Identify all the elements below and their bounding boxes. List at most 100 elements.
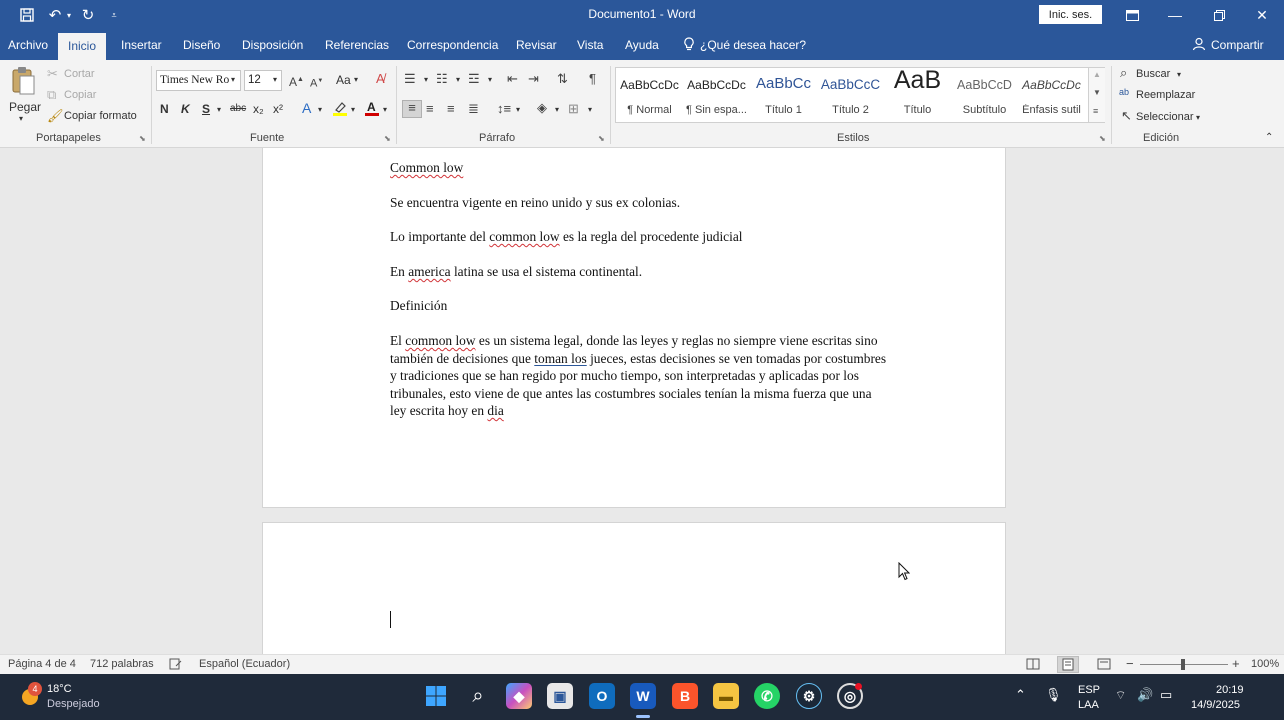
select-dropdown-icon[interactable]: ▾ (1196, 113, 1200, 122)
align-left-icon[interactable]: ≡ (402, 100, 422, 118)
line-spacing-icon[interactable]: ↕≡ (497, 102, 511, 116)
select-button[interactable]: Seleccionar (1136, 111, 1193, 123)
style-subtitle[interactable]: AaBbCcD Subtítulo (951, 68, 1018, 122)
italic-button[interactable]: K (181, 102, 190, 116)
styles-more-icon[interactable]: ≡ (1093, 106, 1098, 116)
restore-button[interactable] (1197, 0, 1241, 30)
keyboard-layout[interactable]: LAA (1078, 699, 1099, 711)
subscript-button[interactable]: x₂ (253, 102, 264, 116)
tab-referencias[interactable]: Referencias (325, 30, 389, 60)
align-right-icon[interactable]: ≡ (447, 102, 455, 116)
strikethrough-button[interactable]: abc (230, 103, 246, 114)
tab-diseno[interactable]: Diseño (183, 30, 220, 60)
underline-button[interactable]: S (202, 102, 210, 116)
find-dropdown-icon[interactable]: ▾ (1177, 70, 1181, 79)
page-count[interactable]: Página 4 de 4 (8, 658, 76, 670)
shading-icon[interactable]: ◈ (537, 101, 547, 115)
page[interactable] (262, 522, 1006, 654)
shading-dropdown-icon[interactable]: ▾ (555, 105, 559, 114)
word-count[interactable]: 712 palabras (90, 658, 154, 670)
paste-icon[interactable] (10, 66, 36, 99)
sort-icon[interactable]: ⇅ (557, 72, 568, 86)
print-layout-icon[interactable] (1057, 656, 1079, 673)
paragraph-launcher-icon[interactable]: ⬊ (598, 134, 605, 143)
minimize-button[interactable]: — (1153, 0, 1197, 30)
web-layout-icon[interactable] (1097, 658, 1111, 673)
ribbon-display-options-icon[interactable] (1110, 0, 1154, 30)
file-explorer-icon[interactable]: ▬ (713, 683, 739, 709)
tab-disposicion[interactable]: Disposición (242, 30, 303, 60)
page[interactable]: Common low Se encuentra vigente en reino… (262, 148, 1006, 508)
font-size-dropdown-icon[interactable]: ▾ (273, 75, 277, 84)
cut-button[interactable]: Cortar (64, 68, 95, 80)
numbering-dropdown-icon[interactable]: ▾ (456, 75, 460, 84)
wifi-icon[interactable]: ⌔ (1115, 688, 1126, 703)
sign-in-button[interactable]: Inic. ses. (1039, 5, 1102, 24)
store-icon[interactable]: ▣ (547, 683, 573, 709)
collapse-ribbon-icon[interactable]: ⌃ (1265, 132, 1273, 143)
highlight-dropdown-icon[interactable]: ▾ (351, 105, 355, 114)
paste-button[interactable]: Pegar (9, 100, 41, 114)
increase-indent-icon[interactable]: ⇥ (528, 72, 539, 86)
copy-button[interactable]: Copiar (64, 89, 96, 101)
weather-temp[interactable]: 18°C (47, 683, 72, 695)
font-color-dropdown-icon[interactable]: ▾ (383, 105, 387, 114)
bullets-dropdown-icon[interactable]: ▾ (424, 75, 428, 84)
format-painter-button[interactable]: Copiar formato (64, 110, 137, 122)
lightbulb-icon[interactable] (683, 30, 695, 60)
tab-ayuda[interactable]: Ayuda (625, 30, 659, 60)
underline-dropdown-icon[interactable]: ▾ (217, 105, 221, 114)
brave-icon[interactable]: B (672, 683, 698, 709)
shrink-font-icon[interactable]: A▼ (310, 74, 323, 91)
borders-icon[interactable]: ⊞ (568, 102, 579, 116)
align-center-icon[interactable]: ≡ (426, 102, 434, 116)
font-name-dropdown-icon[interactable]: ▾ (231, 75, 235, 84)
word-icon[interactable]: W (630, 683, 656, 709)
show-marks-icon[interactable]: ¶ (589, 72, 596, 86)
style-normal[interactable]: AaBbCcDc ¶ Normal (616, 68, 683, 122)
change-case-button[interactable]: Aa (336, 73, 351, 87)
tab-revisar[interactable]: Revisar (516, 30, 557, 60)
superscript-button[interactable]: x² (273, 102, 283, 116)
tab-correspondencia[interactable]: Correspondencia (407, 30, 498, 60)
tab-archivo[interactable]: Archivo (8, 30, 48, 60)
zoom-in-button[interactable]: + (1232, 656, 1240, 671)
bold-button[interactable]: N (160, 102, 169, 116)
bullets-icon[interactable]: ☰ (404, 72, 416, 86)
language-code[interactable]: ESP (1078, 684, 1100, 696)
clear-formatting-icon[interactable]: A̸ (376, 72, 385, 86)
multilevel-dropdown-icon[interactable]: ▾ (488, 75, 492, 84)
steam-icon[interactable]: ⚙ (796, 683, 822, 709)
clock-date[interactable]: 14/9/2025 (1191, 699, 1240, 711)
style-heading-1[interactable]: AaBbCc Título 1 (750, 68, 817, 122)
font-name-input[interactable]: Times New Ro (156, 70, 241, 91)
style-subtle-emphasis[interactable]: AaBbCcDc Énfasis sutil (1018, 68, 1085, 122)
clipboard-launcher-icon[interactable]: ⬊ (139, 134, 146, 143)
replace-button[interactable]: Reemplazar (1136, 89, 1195, 101)
whatsapp-icon[interactable]: ✆ (754, 683, 780, 709)
style-title[interactable]: AaB Título (884, 66, 951, 122)
style-heading-2[interactable]: AaBbCcC Título 2 (817, 68, 884, 122)
weather-desc[interactable]: Despejado (47, 698, 100, 710)
font-launcher-icon[interactable]: ⬊ (384, 134, 391, 143)
outlook-icon[interactable]: O (589, 683, 615, 709)
scroll-up-icon[interactable]: ▲ (1093, 70, 1101, 79)
chevron-up-icon[interactable]: ⌃ (1015, 687, 1026, 703)
proofing-icon[interactable] (169, 658, 182, 673)
share-button[interactable]: Compartir (1211, 30, 1264, 60)
justify-icon[interactable]: ≣ (468, 102, 479, 116)
person-icon[interactable] (1192, 30, 1206, 60)
find-button[interactable]: Buscar (1136, 68, 1170, 80)
copilot-icon[interactable]: ◆ (506, 683, 532, 709)
highlight-icon[interactable] (332, 100, 348, 119)
tab-insertar[interactable]: Insertar (121, 30, 162, 60)
zoom-level[interactable]: 100% (1251, 658, 1279, 670)
style-no-spacing[interactable]: AaBbCcDc ¶ Sin espa... (683, 68, 750, 122)
microphone-icon[interactable]: 🎙 (1045, 687, 1062, 703)
styles-launcher-icon[interactable]: ⬊ (1099, 134, 1106, 143)
borders-dropdown-icon[interactable]: ▾ (588, 105, 592, 114)
tab-inicio[interactable]: Inicio (58, 33, 107, 60)
numbering-icon[interactable]: ☷ (436, 72, 448, 86)
volume-icon[interactable]: 🔊 (1137, 687, 1153, 703)
multilevel-list-icon[interactable]: ☲ (468, 72, 480, 86)
